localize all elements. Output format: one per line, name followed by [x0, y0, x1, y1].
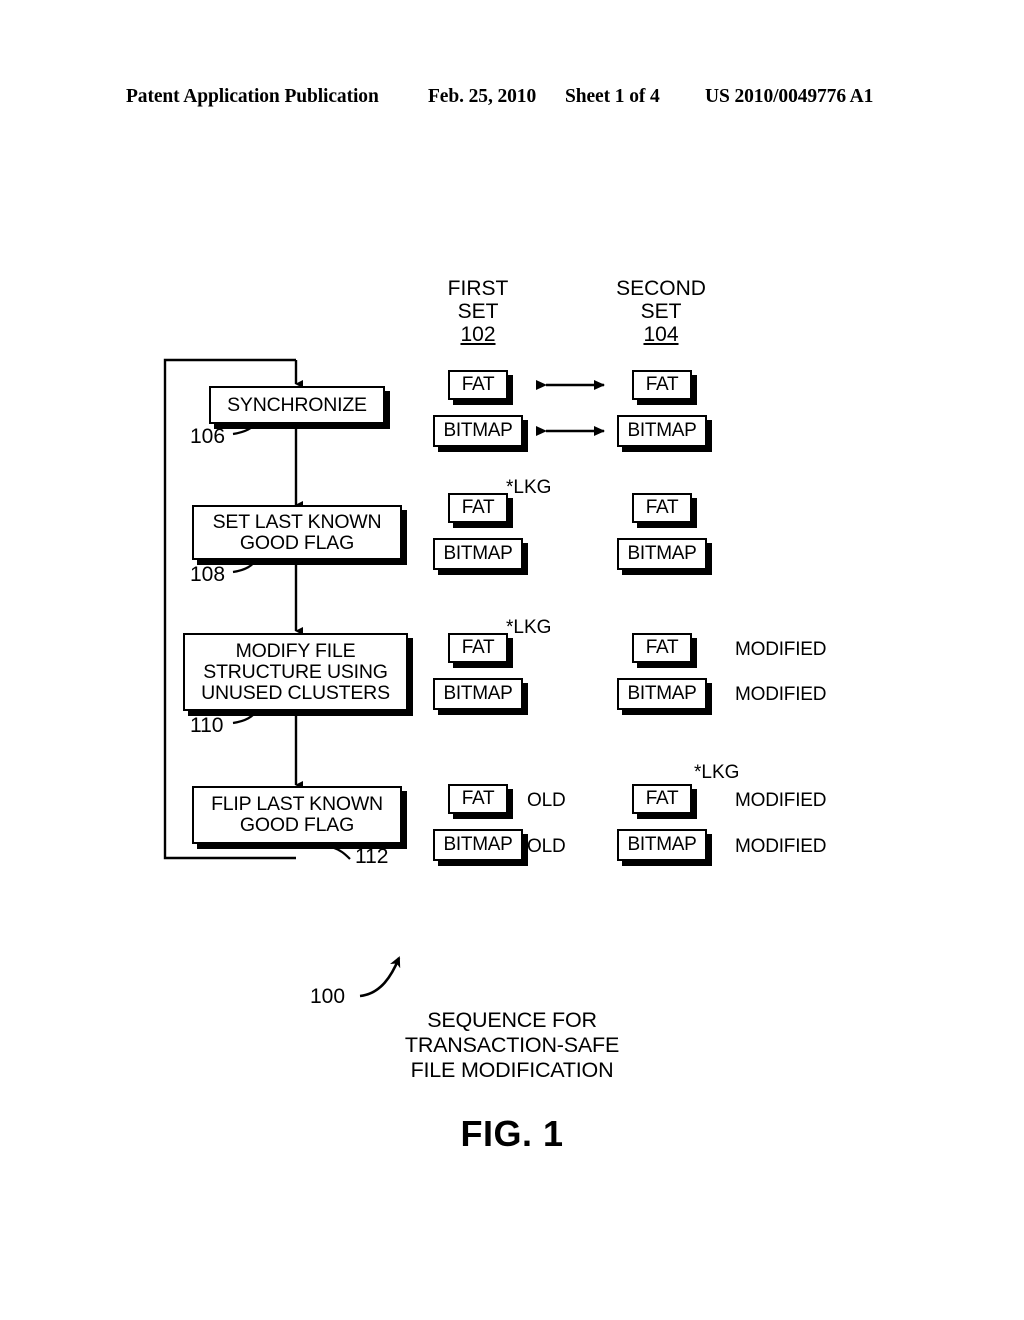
leader-line-112 [333, 846, 351, 860]
row1-first-set-fat-label: FAT [461, 374, 495, 395]
figure-caption-line2: TRANSACTION-SAFE [404, 1033, 620, 1057]
row4-second-set-fat-lkg-flag: *LKG [694, 762, 740, 783]
reference-numeral-108: 108 [190, 563, 226, 586]
row4-second-set-fat-label: FAT [645, 788, 679, 809]
row2-first-set-fat-lkg-flag: *LKG [506, 477, 552, 498]
column-header-second-set-line1: SECOND [616, 277, 706, 300]
reference-numeral-110: 110 [190, 714, 224, 737]
process-box-set-last-known-good-flag[interactable]: SET LAST KNOWN GOOD FLAG [192, 505, 402, 560]
row3-second-set-bitmap-box[interactable]: BITMAP [617, 678, 707, 710]
process-box-set-last-known-good-flag-label: SET LAST KNOWN GOOD FLAG [212, 510, 382, 554]
row2-first-set-fat-label: FAT [461, 497, 495, 518]
caption-reference-numeral: 100 [310, 985, 346, 1008]
column-header-first-set-ref: 102 [460, 323, 496, 346]
process-box-flip-last-known-good-flag-label: FLIP LAST KNOWN GOOD FLAG [211, 793, 383, 836]
leader-line-110 [232, 709, 259, 725]
row2-second-set-fat-box[interactable]: FAT [632, 493, 692, 523]
row3-second-set-fat-label: FAT [645, 637, 679, 658]
column-header-second-set: SECOND SET 104 [596, 277, 726, 346]
row4-first-set-fat-box[interactable]: FAT [448, 784, 508, 814]
figure-caption: SEQUENCE FOR TRANSACTION-SAFE FILE MODIF… [0, 1008, 1024, 1083]
column-header-second-set-line2: SET [640, 300, 682, 323]
row4-second-set-bitmap-box[interactable]: BITMAP [617, 829, 707, 861]
row3-second-set-bitmap-label: BITMAP [627, 683, 697, 704]
row4-first-set-bitmap-label: BITMAP [443, 834, 513, 855]
row3-first-set-bitmap-box[interactable]: BITMAP [433, 678, 523, 710]
caption-leader-arrow [359, 956, 401, 998]
row3-first-set-fat-box[interactable]: FAT [448, 633, 508, 663]
row3-second-set-fat-box[interactable]: FAT [632, 633, 692, 663]
figure-caption-line3: FILE MODIFICATION [410, 1058, 614, 1082]
row2-second-set-bitmap-box[interactable]: BITMAP [617, 538, 707, 570]
process-box-modify-file-structure[interactable]: MODIFY FILE STRUCTURE USING UNUSED CLUST… [183, 633, 408, 711]
row1-first-set-fat-box[interactable]: FAT [448, 370, 508, 400]
row4-first-set-bitmap-box[interactable]: BITMAP [433, 829, 523, 861]
row3-second-set-fat-state: MODIFIED [735, 639, 827, 660]
row1-second-set-fat-label: FAT [645, 374, 679, 395]
process-box-flip-last-known-good-flag[interactable]: FLIP LAST KNOWN GOOD FLAG [192, 786, 402, 844]
figure-1: FIRST SET 102 SECOND SET 104 SYNCHRONIZE… [0, 0, 1024, 1320]
column-header-first-set: FIRST SET 102 [413, 277, 543, 346]
column-header-first-set-line2: SET [457, 300, 499, 323]
row3-first-set-bitmap-label: BITMAP [443, 683, 513, 704]
row4-second-set-bitmap-label: BITMAP [627, 834, 697, 855]
row1-second-set-bitmap-box[interactable]: BITMAP [617, 415, 707, 447]
row4-second-set-bitmap-state: MODIFIED [735, 836, 827, 857]
column-header-second-set-ref: 104 [643, 323, 679, 346]
row4-second-set-fat-box[interactable]: FAT [632, 784, 692, 814]
row4-first-set-bitmap-state: OLD [527, 836, 566, 857]
figure-caption-line1: SEQUENCE FOR [427, 1008, 597, 1032]
reference-numeral-106: 106 [190, 425, 226, 448]
row4-first-set-fat-label: FAT [461, 788, 495, 809]
row1-second-set-fat-box[interactable]: FAT [632, 370, 692, 400]
process-box-synchronize[interactable]: SYNCHRONIZE [209, 386, 385, 424]
row1-first-set-bitmap-label: BITMAP [443, 420, 513, 441]
row3-first-set-fat-lkg-flag: *LKG [506, 617, 552, 638]
row4-first-set-fat-state: OLD [527, 790, 566, 811]
row2-first-set-fat-box[interactable]: FAT [448, 493, 508, 523]
row4-second-set-fat-state: MODIFIED [735, 790, 827, 811]
process-box-modify-file-structure-label: MODIFY FILE STRUCTURE USING UNUSED CLUST… [201, 639, 390, 704]
process-box-synchronize-label: SYNCHRONIZE [227, 393, 367, 416]
row2-first-set-bitmap-box[interactable]: BITMAP [433, 538, 523, 570]
row3-second-set-bitmap-state: MODIFIED [735, 684, 827, 705]
row3-first-set-fat-label: FAT [461, 637, 495, 658]
reference-numeral-112: 112 [355, 845, 389, 868]
row2-second-set-bitmap-label: BITMAP [627, 543, 697, 564]
row1-first-set-bitmap-box[interactable]: BITMAP [433, 415, 523, 447]
row1-second-set-bitmap-label: BITMAP [627, 420, 697, 441]
leader-line-108 [232, 557, 259, 574]
row2-second-set-fat-label: FAT [645, 497, 679, 518]
column-header-first-set-line1: FIRST [447, 277, 509, 300]
row2-first-set-bitmap-label: BITMAP [443, 543, 513, 564]
flow-loopback-path [163, 358, 296, 860]
figure-label: FIG. 1 [460, 1113, 564, 1154]
